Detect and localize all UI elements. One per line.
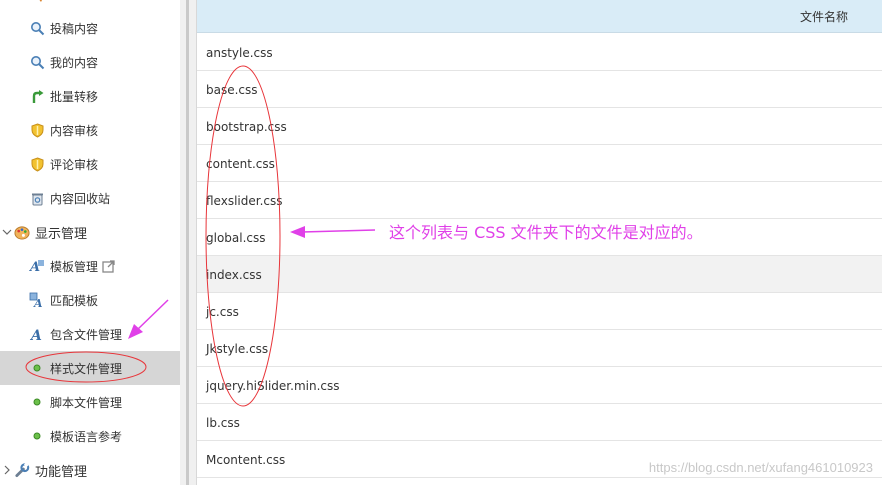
file-name-cell[interactable]: content.css [206,157,275,171]
dot-icon [29,360,45,376]
watermark: https://blog.csdn.net/xufang461010923 [648,460,873,475]
sidebar-item-comment-review[interactable]: 评论审核 [0,147,180,181]
sidebar-item-label: 匹配模板 [50,293,99,308]
sidebar-item-label: 功能管理 [35,464,88,480]
sidebar-item-label: 内容审核 [50,123,99,138]
chevron-right-icon [1,465,13,475]
cut-off-icon [33,0,47,7]
table-row[interactable]: anstyle.css [197,34,882,71]
annotation-note: 这个列表与 CSS 文件夹下的文件是对应的。 [389,223,703,242]
wrench-icon [14,462,30,478]
recycle-icon [29,190,45,206]
sidebar-item-recycle-bin[interactable]: 内容回收站 [0,181,180,215]
sidebar-item-label: 包含文件管理 [50,327,123,342]
sidebar-item-match-template[interactable]: A 匹配模板 [0,283,180,317]
file-name-cell[interactable]: index.css [206,268,262,282]
palette-icon [14,224,30,240]
sidebar-item-script-file-management[interactable]: 脚本文件管理 [0,385,180,419]
file-name-cell[interactable]: flexslider.css [206,194,283,208]
svg-text:A: A [29,328,42,342]
file-name-cell[interactable]: jc.css [206,305,239,319]
sidebar-group-function-management[interactable]: 功能管理 [0,453,180,485]
file-name-cell[interactable]: jquery.hiSlider.min.css [206,379,340,393]
chevron-down-icon [1,228,13,236]
dot-icon [29,394,45,410]
table-row[interactable]: Jkstyle.css [197,330,882,367]
table-row[interactable]: flexslider.css [197,182,882,219]
table-row[interactable]: index.css [197,256,882,293]
file-name-cell[interactable]: lb.css [206,416,240,430]
sidebar-item-label: 评论审核 [50,157,99,172]
search-icon [29,54,45,70]
match-template-icon: A [29,292,45,308]
letter-a-icon: A [29,326,45,342]
table-row[interactable]: base.css [197,71,882,108]
table-row[interactable]: jc.css [197,293,882,330]
app-root: 投稿内容 我的内容 批量转移 内容审核 评论审核 内容回收站 显示管理 A 模板… [0,0,882,485]
file-name-cell[interactable]: bootstrap.css [206,120,287,134]
file-name-cell[interactable]: Jkstyle.css [206,342,268,356]
sidebar-item-style-file-management[interactable]: 样式文件管理 [0,351,180,385]
turn-arrow-icon [29,88,45,104]
sidebar-item-batch-transfer[interactable]: 批量转移 [0,79,180,113]
sidebar-item-label: 投稿内容 [50,21,99,36]
sidebar-item-label: 我的内容 [50,55,99,70]
dot-icon [29,428,45,444]
template-icon: A [29,258,45,274]
sidebar-item-include-file-management[interactable]: A 包含文件管理 [0,317,180,351]
sidebar-group-display-management[interactable]: 显示管理 [0,215,180,249]
file-name-cell[interactable]: anstyle.css [206,46,273,60]
table-row[interactable]: lb.css [197,404,882,441]
file-name-cell[interactable]: global.css [206,231,266,245]
table-header: 文件名称 [197,0,882,33]
external-link-icon[interactable] [102,259,116,273]
sidebar-item-submissions[interactable]: 投稿内容 [0,11,180,45]
sidebar-item-label: 模板管理 [50,259,99,274]
sidebar-item-content-review[interactable]: 内容审核 [0,113,180,147]
sidebar-item-label: 脚本文件管理 [50,395,123,410]
splitter-bar[interactable] [186,0,189,485]
file-name-cell[interactable]: Mcontent.css [206,453,285,467]
table-row[interactable]: jquery.hiSlider.min.css [197,367,882,404]
sidebar-item-label: 模板语言参考 [50,429,123,444]
search-icon [29,20,45,36]
table-row[interactable]: bootstrap.css [197,108,882,145]
file-name-cell[interactable]: base.css [206,83,258,97]
sidebar-item-label: 样式文件管理 [50,361,123,376]
sidebar-item-label: 显示管理 [35,226,88,242]
sidebar-item-my-content[interactable]: 我的内容 [0,45,180,79]
column-header-file-name[interactable]: 文件名称 [800,8,848,25]
shield-icon [29,122,45,138]
sidebar-item-label: 批量转移 [50,89,99,104]
table-row[interactable]: content.css [197,145,882,182]
sidebar-item-template-language-reference[interactable]: 模板语言参考 [0,419,180,453]
svg-text:A: A [33,297,43,308]
shield-icon [29,156,45,172]
sidebar-item-template-management[interactable]: A 模板管理 [0,249,180,283]
sidebar: 投稿内容 我的内容 批量转移 内容审核 评论审核 内容回收站 显示管理 A 模板… [0,0,180,485]
sidebar-item-label: 内容回收站 [50,191,111,206]
